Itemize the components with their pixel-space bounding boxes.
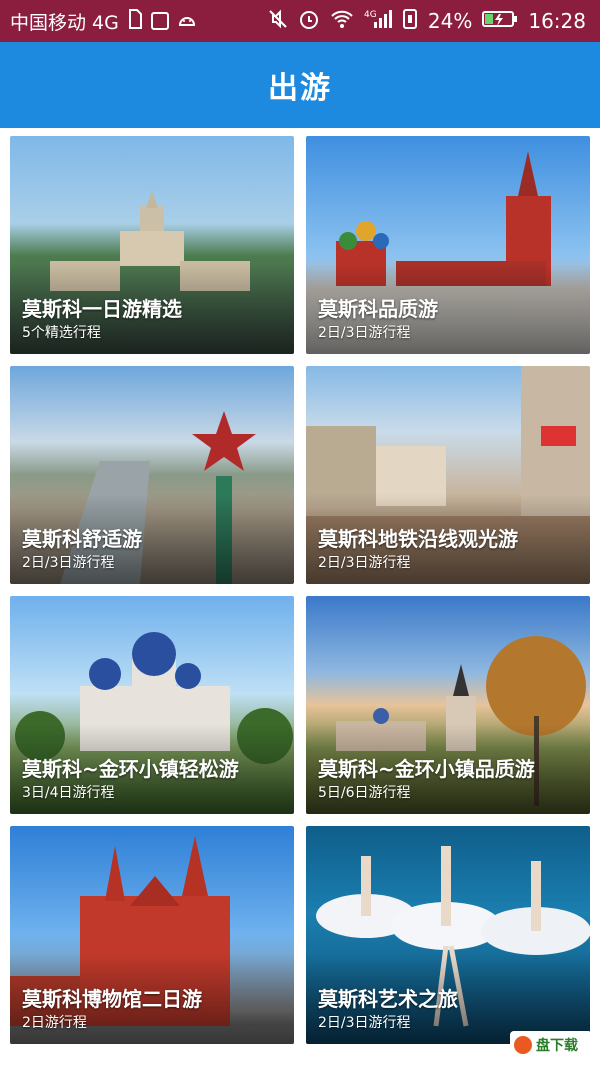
tour-subtitle: 3日/4日游行程 [22, 785, 115, 801]
tour-title: 莫斯科~金环小镇轻松游 [22, 757, 239, 781]
clock: 16:28 [528, 9, 586, 33]
tour-title: 莫斯科品质游 [318, 297, 438, 321]
tour-card[interactable]: 莫斯科艺术之旅 2日/3日游行程 [306, 826, 590, 1044]
watermark-text: 盘下载 [536, 1038, 578, 1054]
tour-subtitle: 2日/3日游行程 [318, 1015, 411, 1031]
tour-subtitle: 2日/3日游行程 [318, 555, 411, 571]
wifi-icon [330, 9, 354, 34]
tour-subtitle: 2日/3日游行程 [318, 325, 411, 341]
alarm-icon [298, 8, 320, 35]
status-bar: 中国移动 4G 4G 24% 16:28 [0, 0, 600, 42]
carrier-text: 中国移动 4G [10, 11, 119, 34]
tour-subtitle: 5个精选行程 [22, 325, 101, 341]
page-title: 出游 [268, 71, 332, 106]
tour-card[interactable]: 莫斯科博物馆二日游 2日游行程 [10, 826, 294, 1044]
signal-icon: 4G [364, 8, 392, 35]
tour-title: 莫斯科舒适游 [22, 527, 142, 551]
tour-title: 莫斯科博物馆二日游 [22, 987, 202, 1011]
tour-card[interactable]: 莫斯科品质游 2日/3日游行程 [306, 136, 590, 354]
tour-title: 莫斯科艺术之旅 [318, 987, 458, 1011]
tour-subtitle: 2日游行程 [22, 1015, 87, 1031]
tour-card[interactable]: 莫斯科舒适游 2日/3日游行程 [10, 366, 294, 584]
tour-subtitle: 2日/3日游行程 [22, 555, 115, 571]
image-icon [150, 12, 169, 30]
sim-card-icon [402, 8, 418, 34]
tour-card[interactable]: 莫斯科一日游精选 5个精选行程 [10, 136, 294, 354]
android-icon [177, 10, 197, 32]
tour-title: 莫斯科~金环小镇品质游 [318, 757, 535, 781]
battery-percent: 24% [427, 9, 473, 33]
tour-title: 莫斯科一日游精选 [22, 297, 182, 321]
mute-icon [268, 9, 288, 34]
app-bar: 出游 [0, 42, 600, 128]
tour-card[interactable]: 莫斯科~金环小镇品质游 5日/6日游行程 [306, 596, 590, 814]
tour-subtitle: 5日/6日游行程 [318, 785, 411, 801]
sim-icon [127, 8, 143, 34]
watermark: 盘下载 [510, 1031, 592, 1059]
battery-icon [482, 9, 518, 33]
watermark-logo-icon [514, 1036, 532, 1054]
tour-card[interactable]: 莫斯科~金环小镇轻松游 3日/4日游行程 [10, 596, 294, 814]
tour-card[interactable]: 莫斯科地铁沿线观光游 2日/3日游行程 [306, 366, 590, 584]
tour-title: 莫斯科地铁沿线观光游 [318, 527, 518, 551]
svg-text:4G: 4G [364, 10, 377, 20]
